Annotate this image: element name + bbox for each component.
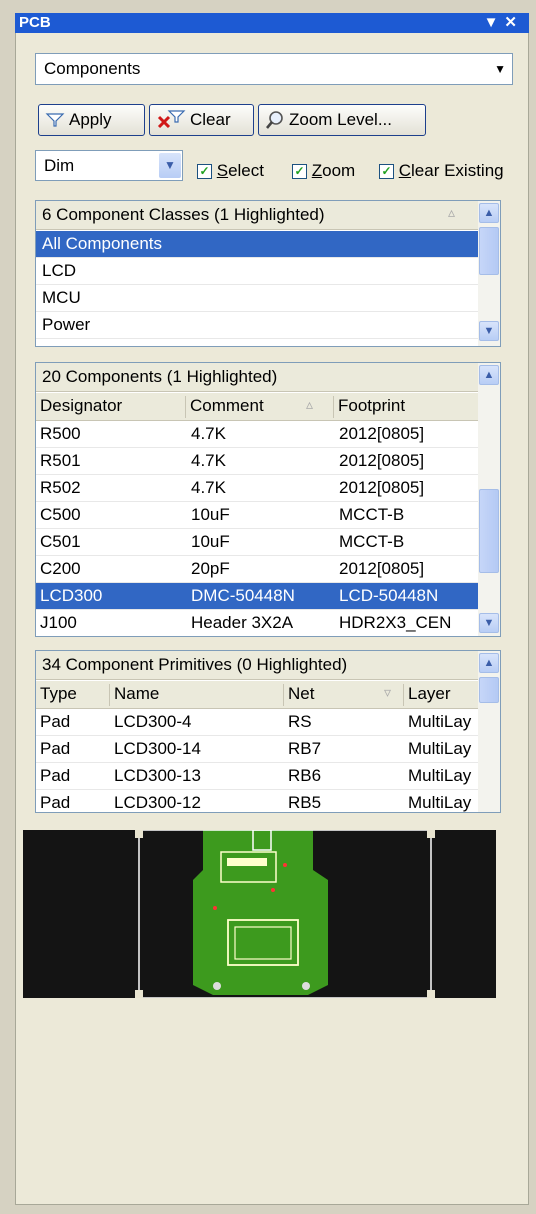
components-header-text: 20 Components (1 Highlighted) bbox=[42, 367, 278, 386]
zoom-check-icon: ✓ bbox=[292, 164, 307, 180]
panel-title: PCB bbox=[19, 14, 51, 31]
clear-button[interactable]: Clear bbox=[149, 104, 254, 136]
column-designator[interactable]: Designator bbox=[36, 396, 186, 418]
panel-title-bar: PCB ▼✕ bbox=[15, 13, 529, 33]
column-comment[interactable]: Comment ▵ bbox=[186, 396, 334, 418]
magnifier-icon bbox=[266, 111, 283, 129]
sort-descending-icon: ▿ bbox=[384, 684, 392, 700]
table-row[interactable]: Pad LCD300-12 RB5 MultiLay bbox=[36, 790, 478, 812]
pcb-board-graphic bbox=[135, 829, 435, 999]
column-name[interactable]: Name bbox=[110, 684, 284, 706]
filter-icon bbox=[45, 113, 65, 127]
select-checkbox[interactable]: ✓ Select bbox=[197, 161, 264, 181]
dim-dropdown-arrow-icon[interactable]: ▼ bbox=[159, 153, 181, 178]
scroll-thumb[interactable] bbox=[479, 677, 499, 703]
dropdown-arrow-icon[interactable]: ▼ bbox=[494, 62, 506, 76]
scroll-down-icon[interactable]: ▼ bbox=[479, 321, 499, 341]
primitives-header-text: 34 Component Primitives (0 Highlighted) bbox=[42, 655, 348, 674]
table-row[interactable]: C501 10uF MCCT-B bbox=[36, 529, 478, 556]
table-row[interactable]: Pad LCD300-13 RB6 MultiLay bbox=[36, 763, 478, 790]
clear-filter-icon bbox=[157, 110, 186, 129]
components-header[interactable]: 20 Components (1 Highlighted) bbox=[36, 363, 478, 392]
table-row[interactable]: R502 4.7K 2012[0805] bbox=[36, 475, 478, 502]
list-item[interactable]: Power bbox=[36, 312, 478, 339]
table-row[interactable]: J100 Header 3X2A HDR2X3_CEN bbox=[36, 610, 478, 636]
apply-button[interactable]: Apply bbox=[38, 104, 145, 136]
components-scrollbar[interactable]: ▲ ▼ bbox=[478, 363, 500, 636]
close-icon[interactable]: ✕ bbox=[504, 14, 523, 31]
zoom-level-label: Zoom Level... bbox=[289, 110, 392, 129]
scroll-down-icon[interactable]: ▼ bbox=[479, 613, 499, 633]
component-classes-list: 6 Component Classes (1 Highlighted) ▵ Al… bbox=[35, 200, 501, 347]
mode-select[interactable]: Components ▼ bbox=[35, 53, 513, 85]
list-item[interactable]: MCU bbox=[36, 285, 478, 312]
table-row[interactable]: Pad LCD300-14 RB7 MultiLay bbox=[36, 736, 478, 763]
components-table: 20 Components (1 Highlighted) Designator… bbox=[35, 362, 501, 637]
scroll-thumb[interactable] bbox=[479, 227, 499, 275]
component-classes-header[interactable]: 6 Component Classes (1 Highlighted) ▵ bbox=[36, 201, 478, 230]
column-footprint[interactable]: Footprint bbox=[334, 396, 478, 418]
classes-scrollbar[interactable]: ▲ ▼ bbox=[478, 201, 500, 346]
primitives-scrollbar[interactable]: ▲ bbox=[478, 651, 500, 812]
table-row[interactable]: R500 4.7K 2012[0805] bbox=[36, 421, 478, 448]
apply-label: Apply bbox=[69, 110, 112, 129]
column-net[interactable]: Net ▿ bbox=[284, 684, 404, 706]
list-item[interactable]: All Components bbox=[36, 231, 478, 258]
table-row[interactable]: C200 20pF 2012[0805] bbox=[36, 556, 478, 583]
scroll-up-icon[interactable]: ▲ bbox=[479, 653, 499, 673]
dim-select[interactable]: Dim ▼ bbox=[35, 150, 183, 181]
scroll-thumb[interactable] bbox=[479, 489, 499, 573]
clear-existing-checkbox[interactable]: ✓ Clear Existing bbox=[379, 161, 504, 181]
table-row[interactable]: C500 10uF MCCT-B bbox=[36, 502, 478, 529]
table-row[interactable]: R501 4.7K 2012[0805] bbox=[36, 448, 478, 475]
select-check-icon: ✓ bbox=[197, 164, 212, 180]
scroll-up-icon[interactable]: ▲ bbox=[479, 365, 499, 385]
column-type[interactable]: Type bbox=[36, 684, 110, 706]
mode-select-value: Components bbox=[44, 59, 141, 78]
table-row-selected[interactable]: LCD300 DMC-50448N LCD-50448N bbox=[36, 583, 478, 610]
scroll-up-icon[interactable]: ▲ bbox=[479, 203, 499, 223]
components-column-headers: Designator Comment ▵ Footprint bbox=[36, 393, 478, 421]
primitives-header[interactable]: 34 Component Primitives (0 Highlighted) bbox=[36, 651, 478, 680]
column-layer[interactable]: Layer bbox=[404, 684, 478, 706]
component-primitives-table: 34 Component Primitives (0 Highlighted) … bbox=[35, 650, 501, 813]
zoom-level-button[interactable]: Zoom Level... bbox=[258, 104, 426, 136]
dim-select-value: Dim bbox=[44, 155, 75, 175]
table-row[interactable]: Pad LCD300-4 RS MultiLay bbox=[36, 709, 478, 736]
primitives-column-headers: Type Name Net ▿ Layer bbox=[36, 681, 478, 709]
clear-label: Clear bbox=[190, 110, 231, 129]
sort-ascending-icon: ▵ bbox=[306, 396, 314, 412]
clear-existing-check-icon: ✓ bbox=[379, 164, 394, 180]
sort-ascending-icon: ▵ bbox=[448, 204, 456, 220]
component-classes-header-text: 6 Component Classes (1 Highlighted) bbox=[42, 205, 325, 224]
list-item[interactable]: LCD bbox=[36, 258, 478, 285]
zoom-checkbox[interactable]: ✓ Zoom bbox=[292, 161, 355, 181]
pin-menu-icon[interactable]: ▼ bbox=[484, 14, 505, 31]
board-preview[interactable] bbox=[23, 829, 496, 999]
